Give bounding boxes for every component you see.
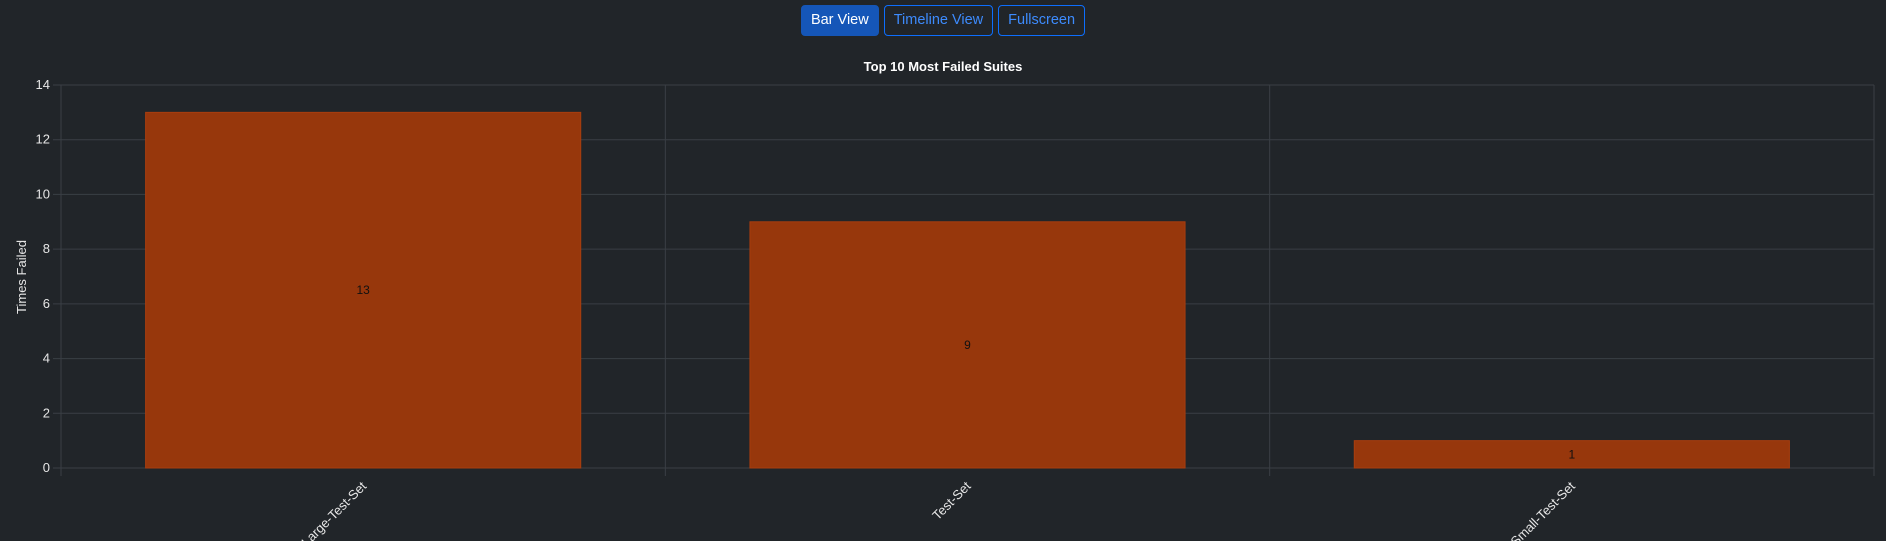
y-tick-label: 2 [43,405,50,420]
bar-chart: 0 2 4 6 8 10 12 14 13 Large-Test-Set 9 Test-Set 1 Sma… [14,59,1875,541]
y-tick-label: 10 [36,186,50,201]
data-label: 1 [1568,447,1575,461]
y-tick-label: 8 [43,241,50,256]
data-label: 13 [356,283,370,297]
y-tick-label: 12 [36,132,50,147]
x-tick-label: Small-Test-Set [1508,478,1579,541]
x-tick-label: Test-Set [929,478,974,523]
view-toolbar: Bar View Timeline View Fullscreen [0,0,1886,40]
y-tick-label: 0 [43,460,50,475]
y-tick-label: 6 [43,296,50,311]
bar-view-button[interactable]: Bar View [800,4,879,36]
data-label: 9 [964,338,971,352]
y-axis-title: Times Failed [14,240,29,314]
fullscreen-button[interactable]: Fullscreen [998,4,1086,36]
x-tick-label: Large-Test-Set [298,478,369,541]
timeline-view-button[interactable]: Timeline View [883,4,994,36]
chart-title: Top 10 Most Failed Suites [864,59,1023,74]
bar-layer [145,111,1790,469]
y-tick-label: 14 [36,77,50,92]
y-tick-label: 4 [43,351,50,366]
